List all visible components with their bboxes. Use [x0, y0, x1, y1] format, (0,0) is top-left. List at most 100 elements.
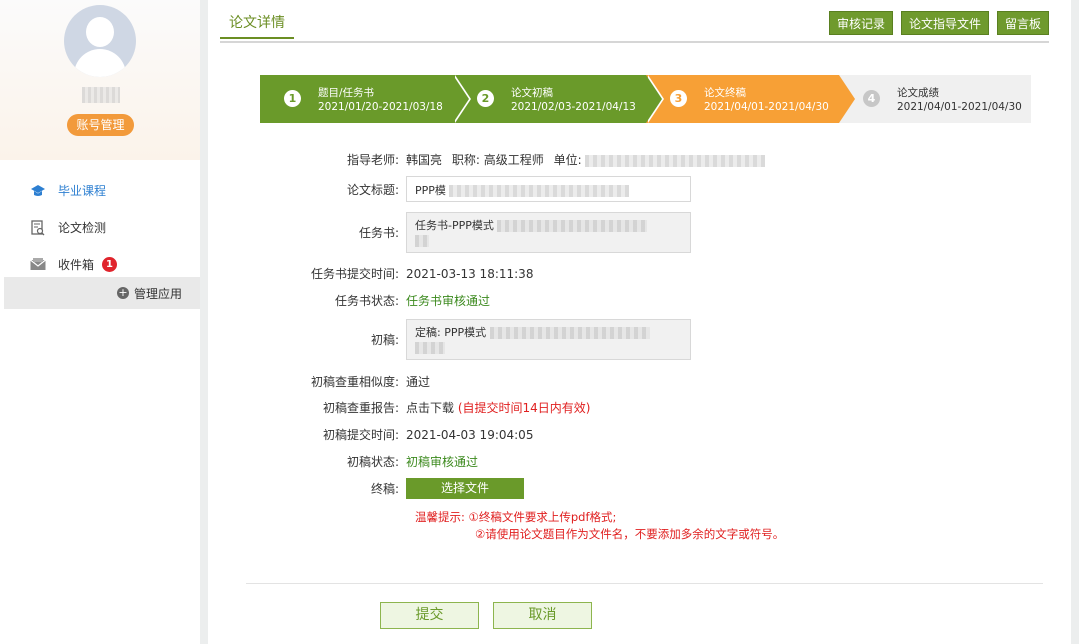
step-title: 题目/任务书	[318, 87, 375, 99]
header-actions: 审核记录 论文指导文件 留言板	[828, 11, 1049, 35]
graduation-cap-icon	[30, 183, 46, 199]
draft-time-label: 初稿提交时间:	[322, 428, 399, 442]
cancel-button[interactable]: 取消	[493, 602, 592, 629]
thesis-title-redacted	[449, 185, 630, 197]
step-arrow	[646, 75, 662, 123]
document-search-icon	[30, 219, 46, 236]
select-file-button[interactable]: 选择文件	[406, 478, 524, 499]
step-dates: 2021/04/01-2021/04/30	[704, 101, 829, 113]
advisor-name: 韩国亮	[406, 153, 443, 167]
main-panel: 论文详情 审核记录 论文指导文件 留言板 1 题目/任务书 2021/01/20…	[208, 0, 1071, 644]
advisor-value: 韩国亮 职称: 高级工程师 单位:	[406, 151, 766, 168]
draft-label: 初稿:	[370, 333, 399, 347]
task-redacted	[415, 235, 429, 247]
step-title: 论文初稿	[511, 87, 553, 99]
task-status-row: 任务书状态: 任务书审核通过	[208, 292, 490, 309]
advisor-unit-label: 单位:	[553, 153, 582, 167]
username-redacted	[82, 87, 120, 103]
tab-thesis-details[interactable]: 论文详情	[220, 12, 294, 39]
advisor-title-label: 职称:	[451, 153, 480, 167]
avatar[interactable]	[64, 5, 136, 77]
report-validity-note: (自提交时间14日内有效)	[457, 401, 591, 415]
step-arrow	[839, 75, 855, 123]
sidebar-item-courses[interactable]: 毕业课程	[0, 172, 200, 209]
footer-divider	[246, 583, 1043, 584]
report-download-link[interactable]: 点击下载	[406, 401, 454, 415]
step-number: 1	[284, 90, 301, 107]
step-dates: 2021/02/03-2021/04/13	[511, 101, 636, 113]
sidebar-item-label: 毕业课程	[58, 184, 107, 198]
similarity-value: 通过	[406, 375, 431, 389]
draft-time-row: 初稿提交时间: 2021-04-03 19:04:05	[208, 426, 534, 443]
step-arrow	[453, 75, 469, 123]
sidebar-item-detection[interactable]: 论文检测	[0, 209, 200, 246]
task-row: 任务书: 任务书-PPP模式	[208, 212, 691, 253]
similarity-row: 初稿查重相似度: 通过	[208, 373, 430, 390]
report-label: 初稿查重报告:	[322, 401, 399, 415]
step-title: 论文终稿	[704, 87, 746, 99]
step-number: 3	[670, 90, 687, 107]
upload-tips: 温馨提示: ①终稿文件要求上传pdf格式; ②请使用论文题目作为文件名，不要添加…	[415, 509, 784, 543]
mail-icon	[30, 257, 46, 273]
manage-apps-button[interactable]: + 管理应用	[4, 277, 200, 309]
draft-status-label: 初稿状态:	[346, 455, 399, 469]
task-file-field[interactable]: 任务书-PPP模式	[406, 212, 691, 253]
advisor-title-value: 高级工程师	[483, 153, 544, 167]
profile-panel: 账号管理	[0, 0, 200, 160]
message-board-button[interactable]: 留言板	[996, 11, 1049, 35]
step-number: 4	[863, 90, 880, 107]
step-grade: 4 论文成绩 2021/04/01-2021/04/30	[839, 75, 1031, 123]
step-dates: 2021/04/01-2021/04/30	[897, 101, 1022, 113]
tab-divider	[220, 41, 1049, 43]
task-redacted	[497, 220, 648, 232]
draft-status-row: 初稿状态: 初稿审核通过	[208, 453, 478, 470]
step-title: 论文成绩	[897, 87, 939, 99]
guidance-files-button[interactable]: 论文指导文件	[900, 11, 989, 35]
sidebar-item-label: 论文检测	[58, 221, 107, 235]
thesis-title-value: PPP模	[415, 184, 446, 197]
draft-redacted	[489, 327, 650, 339]
report-row: 初稿查重报告: 点击下载 (自提交时间14日内有效)	[208, 399, 591, 416]
submit-button[interactable]: 提交	[380, 602, 479, 629]
task-status-label: 任务书状态:	[334, 294, 399, 308]
final-label: 终稿:	[370, 482, 399, 496]
avatar-body-shape	[74, 49, 126, 77]
draft-time-value: 2021-04-03 19:04:05	[406, 427, 534, 442]
draft-file-field[interactable]: 定稿: PPP模式	[406, 319, 691, 360]
draft-status-value: 初稿审核通过	[406, 455, 479, 469]
step-final-draft: 3 论文终稿 2021/04/01-2021/04/30	[646, 75, 855, 123]
thesis-title-row: 论文标题: PPP模	[208, 176, 691, 202]
task-time-value: 2021-03-13 18:11:38	[406, 266, 534, 281]
sidebar-item-label: 收件箱	[58, 258, 95, 272]
plus-circle-icon: +	[116, 286, 129, 299]
step-first-draft: 2 论文初稿 2021/02/03-2021/04/13	[453, 75, 664, 123]
account-management-button[interactable]: 账号管理	[67, 114, 134, 136]
task-time-row: 任务书提交时间: 2021-03-13 18:11:38	[208, 265, 534, 282]
review-records-button[interactable]: 审核记录	[828, 11, 893, 35]
manage-apps-label: 管理应用	[133, 286, 182, 301]
draft-value: 定稿: PPP模式	[415, 326, 487, 339]
advisor-label: 指导老师:	[346, 153, 399, 167]
step-topic-task: 1 题目/任务书 2021/01/20-2021/03/18	[260, 75, 471, 123]
sidebar: 账号管理 毕业课程 论文检测 收件箱 1 + 管理应用	[0, 0, 200, 644]
step-dates: 2021/01/20-2021/03/18	[318, 101, 443, 113]
unit-redacted	[585, 154, 766, 167]
avatar-head-shape	[86, 17, 114, 47]
task-status-value: 任务书审核通过	[406, 294, 491, 308]
tips-line-1: 温馨提示: ①终稿文件要求上传pdf格式;	[415, 510, 617, 524]
tips-line-2: ②请使用论文题目作为文件名，不要添加多余的文字或符号。	[475, 527, 785, 541]
final-row: 终稿: 选择文件	[208, 478, 524, 499]
report-value: 点击下载 (自提交时间14日内有效)	[406, 399, 590, 416]
step-number: 2	[477, 90, 494, 107]
task-label: 任务书:	[358, 226, 399, 240]
advisor-row: 指导老师: 韩国亮 职称: 高级工程师 单位:	[208, 151, 766, 168]
sidebar-nav: 毕业课程 论文检测 收件箱 1	[0, 172, 200, 283]
thesis-title-field[interactable]: PPP模	[406, 176, 691, 202]
thesis-title-label: 论文标题:	[346, 182, 399, 197]
inbox-count-badge: 1	[102, 257, 118, 272]
draft-row: 初稿: 定稿: PPP模式	[208, 319, 691, 360]
similarity-label: 初稿查重相似度:	[310, 375, 399, 389]
task-value: 任务书-PPP模式	[415, 219, 494, 232]
task-time-label: 任务书提交时间:	[310, 267, 399, 281]
draft-redacted	[415, 342, 445, 354]
